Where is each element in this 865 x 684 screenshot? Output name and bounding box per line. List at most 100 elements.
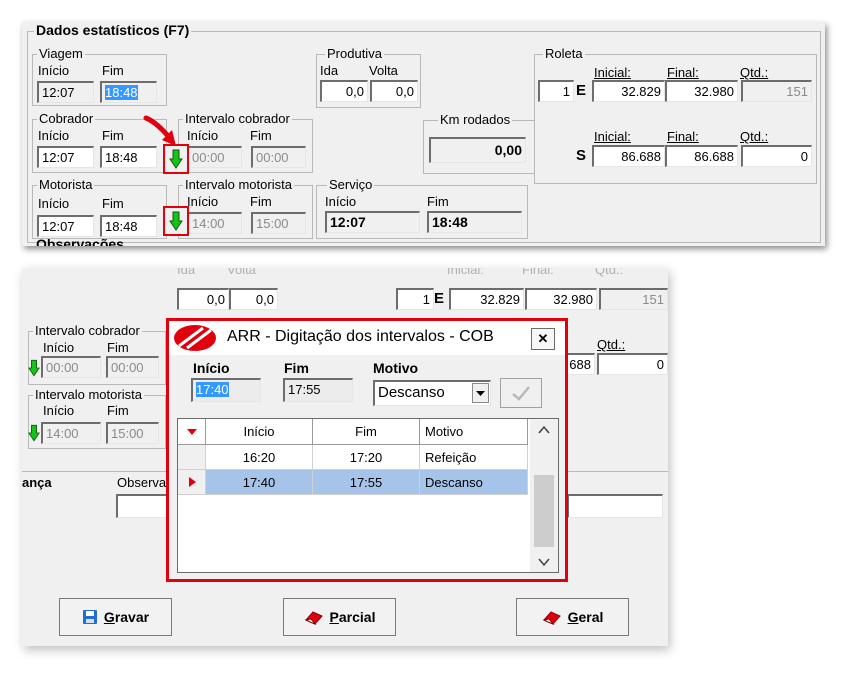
parcial-button[interactable]: Parcial [283, 598, 396, 636]
intervals-dialog: ARR - Digitação dos intervalos - COB ✕ I… [166, 318, 568, 582]
intervalo-cobrador-inicio-label: Início [187, 128, 219, 143]
roleta-number-field[interactable]: 1 [396, 288, 434, 310]
scroll-thumb[interactable] [534, 475, 554, 547]
roleta-inicial-field[interactable]: 32.829 [449, 288, 524, 310]
qtd-label: Qtd.: [595, 268, 624, 277]
motorista-fim-field[interactable]: 18:48 [100, 215, 157, 237]
motorista-fim-label: Fim [102, 196, 124, 211]
eraser-icon [304, 611, 323, 625]
roleta-e-inicial-label: Inicial: [594, 65, 631, 80]
roleta-e-qtd-label: Qtd.: [740, 65, 769, 80]
servico-inicio-field[interactable]: 12:07 [325, 211, 420, 233]
ida-label: Ida [177, 268, 196, 277]
servico-legend: Serviço [327, 177, 375, 192]
roleta-final-field[interactable]: 32.980 [525, 288, 597, 310]
produtiva-volta-field[interactable]: 0,0 [229, 288, 278, 310]
intervalo-motorista-fim-field[interactable]: 15:00 [251, 212, 306, 234]
row-indicator-icon [186, 429, 197, 435]
parcial-label: Parcial [329, 609, 376, 625]
vertical-scrollbar[interactable] [530, 419, 558, 572]
produtiva-legend: Produtiva [325, 46, 384, 61]
row-indicator [178, 470, 206, 495]
motivo-label: Motivo [373, 360, 419, 376]
gravar-button[interactable]: Gravar [59, 598, 172, 636]
motivo-value: Descanso [378, 384, 445, 401]
produtiva-volta-label: Volta [369, 63, 398, 78]
intervalo-motorista-inicio-label: Início [187, 194, 219, 209]
down-arrow-icon[interactable] [28, 359, 40, 377]
dropdown-arrow-icon[interactable] [472, 383, 489, 403]
cell-inicio: 17:40 [206, 470, 313, 495]
roleta-s-qtd-field[interactable]: 0 [741, 145, 812, 167]
column-header-fim[interactable]: Fim [313, 419, 420, 445]
down-arrow-icon[interactable] [28, 424, 40, 442]
motivo-select[interactable]: Descanso [373, 380, 491, 406]
roleta-s-letter: S [576, 147, 587, 164]
table-row-selected[interactable]: 17:40 17:55 Descanso [178, 470, 528, 495]
roleta-s-final-label: Final: [667, 129, 699, 144]
roleta-s-inicial-field[interactable]: 86.688 [592, 145, 665, 167]
roleta-e-inicial-field[interactable]: 32.829 [592, 80, 665, 102]
servico-fim-field[interactable]: 18:48 [427, 211, 522, 233]
km-rodados-field[interactable]: 0,00 [429, 137, 526, 163]
intervalo-cobrador-inicio-field[interactable]: 00:00 [41, 356, 101, 378]
intervalo-cobrador-fim-field[interactable]: 00:00 [251, 146, 306, 168]
roleta-qtd-field-2[interactable]: 0 [597, 353, 668, 375]
table-row[interactable]: 16:20 17:20 Refeição [178, 445, 528, 470]
fim-label: Fim [284, 360, 309, 376]
cell-motivo: Refeição [420, 445, 528, 470]
cell-fim: 17:20 [313, 445, 420, 470]
roleta-e-final-field[interactable]: 32.980 [665, 80, 738, 102]
roleta-s-final-field[interactable]: 86.688 [665, 145, 738, 167]
down-arrow-icon [169, 149, 183, 169]
viagem-fim-value: 18:48 [105, 85, 138, 100]
column-header-inicio[interactable]: Início [206, 419, 313, 445]
intervalo-cobrador-fim-label: Fim [107, 340, 129, 355]
intervalo-cobrador-fim-field[interactable]: 00:00 [106, 356, 159, 378]
viagem-legend: Viagem [37, 46, 85, 61]
servico-inicio-label: Início [325, 194, 357, 209]
cobrador-fim-label: Fim [102, 128, 124, 143]
roleta-qtd-field[interactable]: 151 [599, 288, 668, 310]
intervalo-motorista-fim-label: Fim [107, 403, 129, 418]
down-arrow-icon [169, 211, 183, 231]
roleta-s-qtd-label: Qtd.: [740, 129, 769, 144]
row-pointer-icon [188, 477, 196, 487]
intervalo-cobrador-inicio-field[interactable]: 00:00 [187, 146, 242, 168]
produtiva-volta-field[interactable]: 0,0 [370, 80, 418, 102]
confirm-button[interactable] [500, 378, 542, 408]
km-rodados-legend: Km rodados [438, 112, 513, 127]
roleta-number-field[interactable]: 1 [538, 80, 574, 102]
motorista-legend: Motorista [37, 177, 95, 192]
intervalo-cobrador-legend: Intervalo cobrador [33, 323, 142, 338]
viagem-fim-label: Fim [102, 63, 124, 78]
intervalo-motorista-inicio-field[interactable]: 14:00 [187, 212, 242, 234]
geral-button[interactable]: Geral [516, 598, 629, 636]
stats-title: Dados estatísticos (F7) [34, 22, 192, 38]
viagem-fim-field[interactable]: 18:48 [100, 81, 157, 103]
motorista-inicio-field[interactable]: 12:07 [37, 215, 94, 237]
viagem-inicio-field[interactable]: 12:07 [37, 81, 94, 103]
cobrador-inicio-field[interactable]: 12:07 [37, 146, 94, 168]
roleta-e-qtd-field[interactable]: 151 [741, 80, 812, 102]
scroll-down-icon[interactable] [538, 557, 550, 567]
stats-panel: Dados estatísticos (F7) Viagem Início Fi… [22, 22, 825, 246]
scroll-up-icon[interactable] [538, 425, 550, 435]
viagem-inicio-label: Início [38, 63, 70, 78]
intervalo-motorista-fim-field[interactable]: 15:00 [106, 422, 159, 444]
intervals-table: Início Fim Motivo 16:20 17:20 Refeição 1… [177, 418, 559, 573]
roleta-e-letter: E [434, 290, 445, 307]
column-header-motivo[interactable]: Motivo [420, 419, 528, 445]
app-logo-icon [174, 325, 216, 351]
roleta-legend: Roleta [543, 46, 585, 61]
close-button[interactable]: ✕ [531, 328, 555, 350]
fim-field[interactable]: 17:55 [283, 378, 353, 402]
intervalo-motorista-inicio-field[interactable]: 14:00 [41, 422, 101, 444]
roleta-e-letter: E [576, 82, 587, 99]
copy-motorista-interval-button[interactable] [163, 206, 189, 236]
right-field[interactable] [567, 494, 663, 518]
produtiva-ida-field[interactable]: 0,0 [320, 80, 368, 102]
cobrador-inicio-label: Início [38, 128, 70, 143]
produtiva-ida-field[interactable]: 0,0 [177, 288, 229, 310]
inicio-field[interactable]: 17:40 [191, 378, 261, 402]
